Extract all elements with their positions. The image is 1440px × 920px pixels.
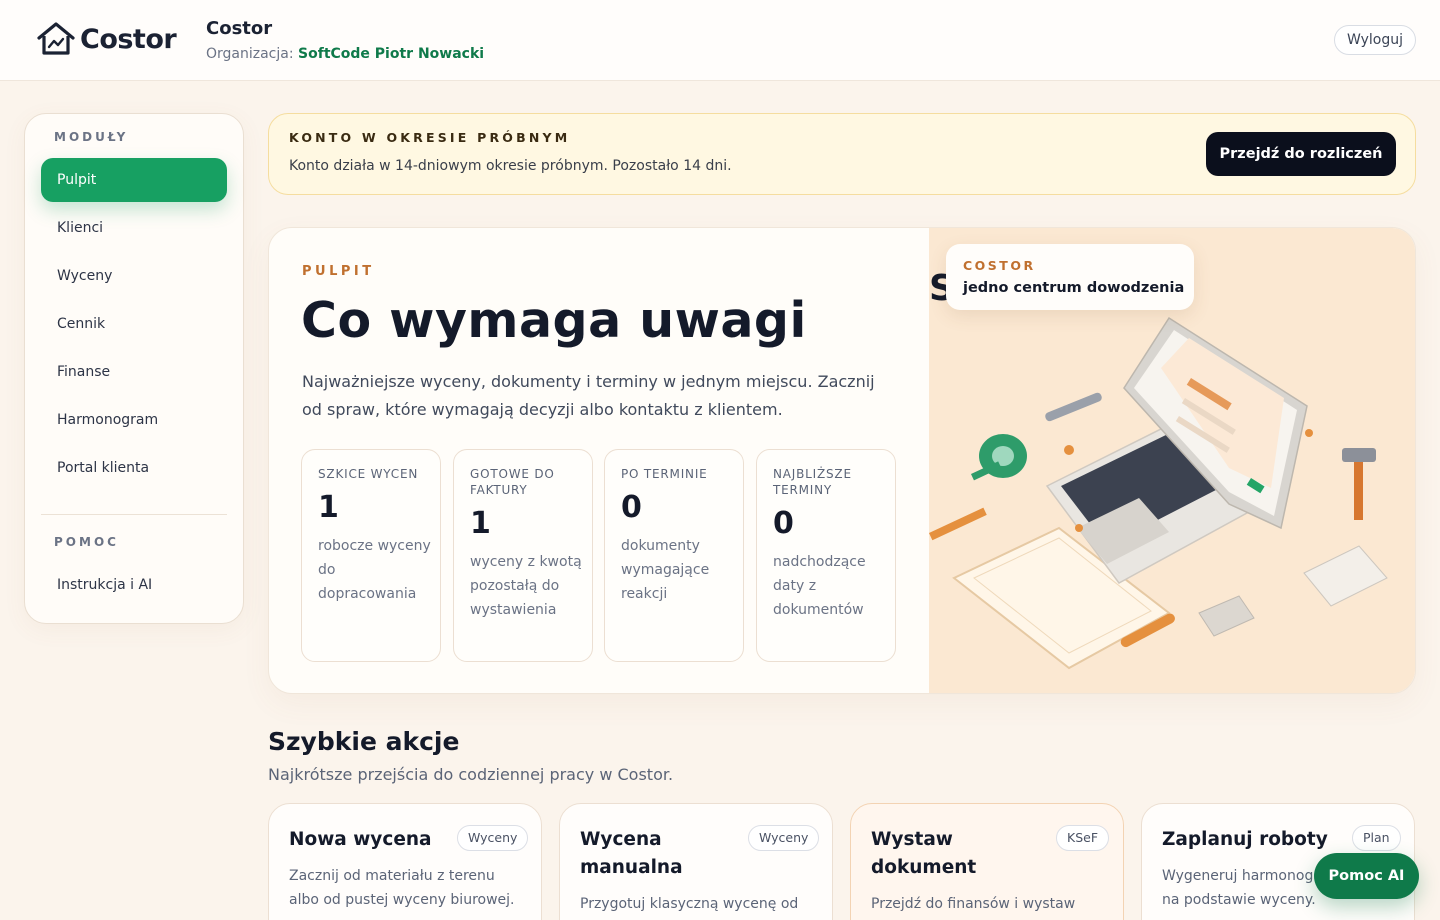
stat-value: 0: [773, 506, 794, 541]
stat-description: dokumenty wymagające reakcji: [621, 538, 710, 602]
logout-button[interactable]: Wyloguj: [1334, 25, 1416, 55]
hero-illustration: S COSTOR jedno centrum dowodzenia: [929, 228, 1415, 693]
organization-label: Organizacja:: [206, 46, 294, 62]
logo-text: Costor: [80, 23, 177, 55]
sidebar-item-klienci[interactable]: Klienci: [41, 206, 227, 250]
stat-label: PO TERMINIE: [621, 467, 708, 481]
sidebar: MODUŁY Pulpit Klienci Wyceny Cennik Fina…: [24, 113, 244, 624]
dashboard-hero: PULPIT Co wymaga uwagi Najważniejsze wyc…: [268, 227, 1416, 694]
quick-action-description: Przejdź do finansów i wystaw: [871, 896, 1076, 912]
sidebar-item-wyceny[interactable]: Wyceny: [41, 254, 227, 298]
stat-value: 1: [318, 490, 339, 525]
quick-action-name: Nowa wycena: [289, 829, 432, 850]
quick-action-description: Zacznij od materiału z terenu albo od pu…: [289, 868, 515, 908]
quick-action-name: Wycena manualna: [580, 829, 683, 878]
badge-title: COSTOR: [963, 258, 1036, 273]
stat-value: 1: [470, 506, 491, 541]
stat-description: nadchodzące daty z dokumentów: [773, 554, 866, 618]
illustration-badge: COSTOR jedno centrum dowodzenia: [946, 244, 1194, 310]
sidebar-item-instrukcja-ai[interactable]: Instrukcja i AI: [41, 563, 227, 607]
house-logo-icon: [37, 22, 75, 55]
trial-banner: KONTO W OKRESIE PRÓBNYM Konto działa w 1…: [268, 113, 1416, 195]
quick-action-issue-document[interactable]: Wystaw dokument KSeF Przejdź do finansów…: [850, 803, 1124, 920]
badge-subtitle: jedno centrum dowodzenia: [963, 280, 1185, 296]
stat-value: 0: [621, 490, 642, 525]
app-title: Costor: [206, 18, 273, 39]
quick-action-new-quote[interactable]: Nowa wycena Wyceny Zacznij od materiału …: [268, 803, 542, 920]
costor-logo[interactable]: Costor: [36, 21, 177, 57]
sidebar-item-portal-klienta[interactable]: Portal klienta: [41, 446, 227, 490]
organization-name: SoftCode Piotr Nowacki: [298, 46, 485, 62]
organization-line: Organizacja: SoftCode Piotr Nowacki: [206, 46, 484, 62]
sidebar-item-cennik[interactable]: Cennik: [41, 302, 227, 346]
quick-action-name: Zaplanuj roboty: [1162, 829, 1328, 850]
modules-heading: MODUŁY: [54, 130, 129, 144]
quick-action-tag: Wyceny: [748, 825, 820, 851]
stat-label: SZKICE WYCEN: [318, 467, 419, 481]
top-bar: Costor Costor Organizacja: SoftCode Piot…: [0, 0, 1440, 81]
quick-action-description: Przygotuj klasyczną wycenę od: [580, 896, 799, 912]
stat-card-overdue[interactable]: PO TERMINIE 0 dokumenty wymagające reakc…: [604, 449, 744, 662]
sidebar-item-finanse[interactable]: Finanse: [41, 350, 227, 394]
stat-label: GOTOWE DO FAKTURY: [470, 467, 555, 497]
stat-card-upcoming-deadlines[interactable]: NAJBLIŻSZE TERMINY 0 nadchodzące daty z …: [756, 449, 896, 662]
quick-actions-subtitle: Najkrótsze przejścia do codziennej pracy…: [268, 765, 674, 784]
stat-card-ready-to-invoice[interactable]: GOTOWE DO FAKTURY 1 wyceny z kwotą pozos…: [453, 449, 593, 662]
quick-actions-title: Szybkie akcje: [268, 727, 460, 756]
quick-action-manual-quote[interactable]: Wycena manualna Wyceny Przygotuj klasycz…: [559, 803, 833, 920]
stat-description: wyceny z kwotą pozostałą do wystawienia: [470, 554, 582, 618]
quick-action-tag: Wyceny: [457, 825, 529, 851]
go-to-billing-button[interactable]: Przejdź do rozliczeń: [1206, 132, 1396, 176]
stat-description: robocze wyceny do dopracowania: [318, 538, 431, 602]
trial-text: Konto działa w 14-dniowym okresie próbny…: [289, 158, 732, 174]
stat-label: NAJBLIŻSZE TERMINY: [773, 467, 852, 497]
stat-card-drafts[interactable]: SZKICE WYCEN 1 robocze wyceny do dopraco…: [301, 449, 441, 662]
quick-action-tag: Plan: [1352, 825, 1401, 851]
quick-action-name: Wystaw dokument: [871, 829, 977, 878]
ai-help-button[interactable]: Pomoc AI: [1314, 853, 1419, 899]
sidebar-divider: [41, 514, 227, 515]
quick-action-tag: KSeF: [1056, 825, 1110, 851]
sidebar-item-harmonogram[interactable]: Harmonogram: [41, 398, 227, 442]
sidebar-item-pulpit[interactable]: Pulpit: [41, 158, 227, 202]
help-heading: POMOC: [54, 535, 119, 549]
hero-description: Najważniejsze wyceny, dokumenty i termin…: [302, 372, 875, 419]
page-title: Co wymaga uwagi: [301, 292, 807, 349]
hero-eyebrow: PULPIT: [302, 264, 375, 279]
trial-title: KONTO W OKRESIE PRÓBNYM: [289, 130, 571, 145]
